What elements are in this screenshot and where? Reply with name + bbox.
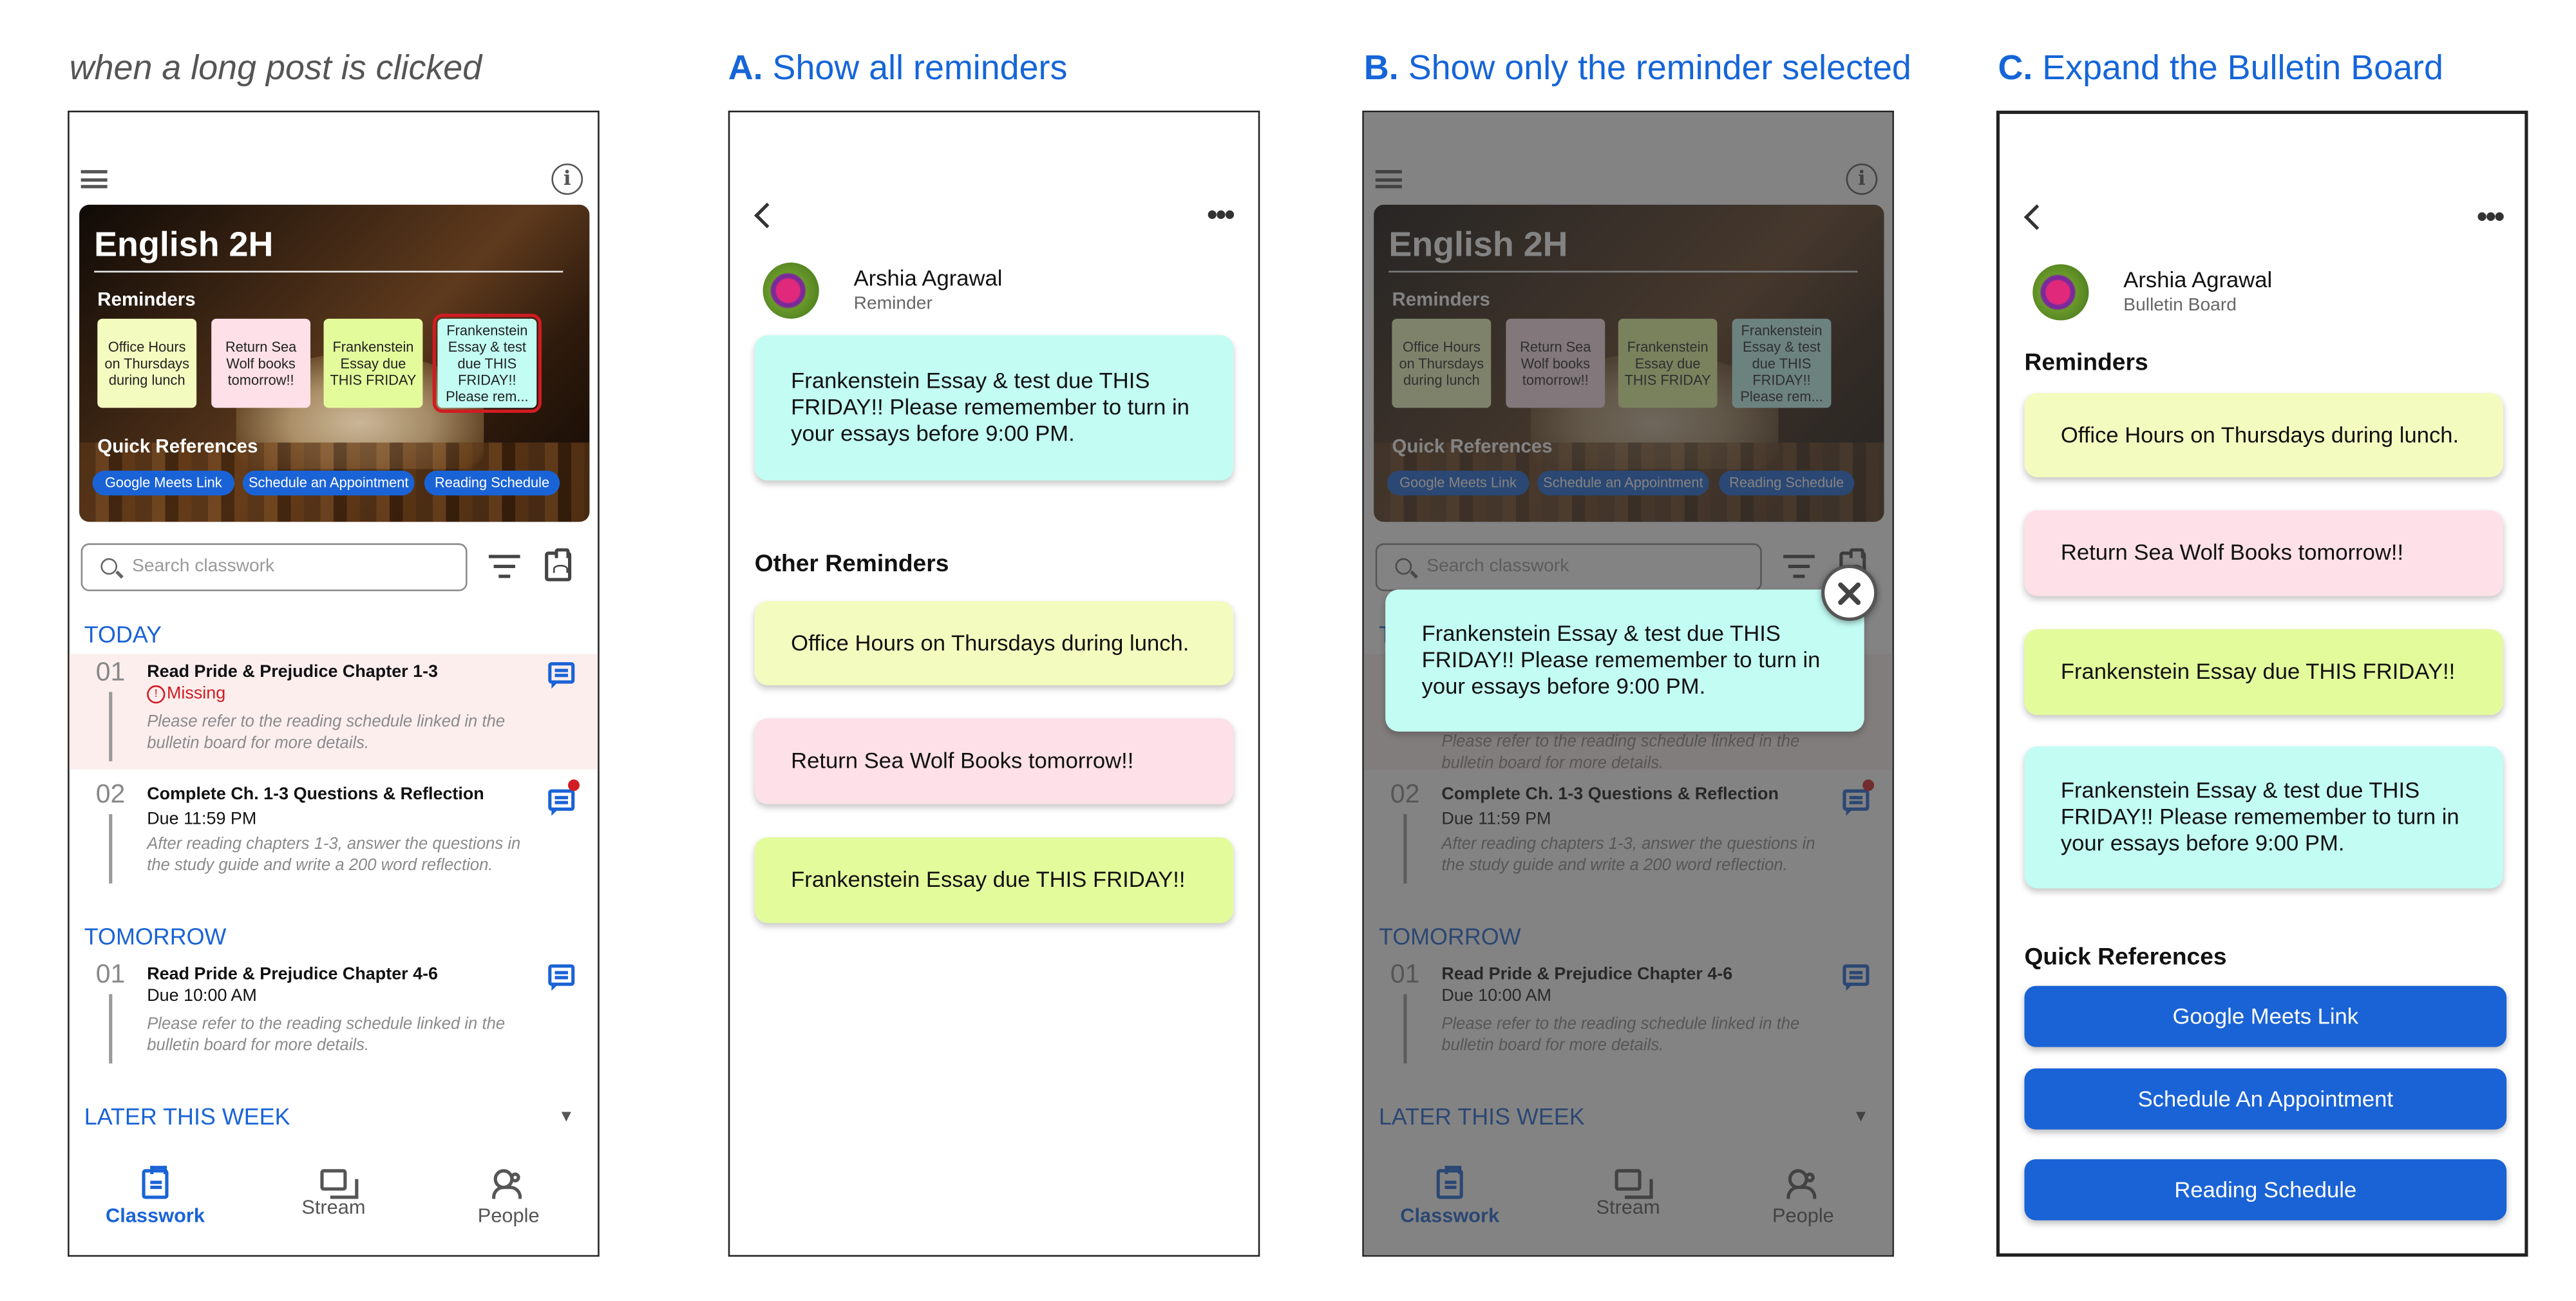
quick-link-google-meets[interactable]: Google Meets Link — [92, 470, 235, 496]
comment-icon[interactable] — [548, 789, 575, 816]
reminder-card[interactable]: Return Sea Wolf Books tomorrow!! — [2024, 510, 2504, 596]
bulletin-banner[interactable]: English 2H Reminders Office Hours on Thu… — [79, 204, 590, 522]
reminder-card[interactable]: Office Hours on Thursdays during lunch. — [754, 601, 1234, 686]
search-icon — [100, 558, 118, 575]
reminder-popup: Frankenstein Essay & test due THIS FRIDA… — [1385, 589, 1864, 732]
panel-title-a: A. Show all reminders — [728, 49, 1068, 88]
phone-classwork: i English 2H Reminders Office Hours on T… — [68, 110, 600, 1257]
comment-icon[interactable] — [548, 662, 575, 689]
missing-status: Missing — [147, 683, 225, 704]
reminder-note[interactable]: Frankenstein Essay due THIS FRIDAY — [323, 318, 423, 408]
selected-reminder-card: Frankenstein Essay & test due THIS FRIDA… — [754, 335, 1234, 481]
due-time: Due 10:00 AM — [147, 985, 257, 1006]
phone-all-reminders: ••• Arshia Agrawal Reminder Frankenstein… — [728, 110, 1260, 1257]
more-icon[interactable]: ••• — [2477, 200, 2505, 234]
quick-link-reading-schedule[interactable]: Reading Schedule — [424, 470, 560, 496]
assignment-title: Read Pride & Prejudice Chapter 4-6 — [147, 964, 439, 985]
info-icon[interactable]: i — [551, 163, 583, 195]
google-meets-button[interactable]: Google Meets Link — [2024, 985, 2507, 1047]
avatar — [762, 262, 819, 319]
more-icon[interactable]: ••• — [1207, 198, 1235, 233]
due-time: Due 11:59 PM — [147, 809, 257, 830]
panel-title-original: when a long post is clicked — [69, 49, 482, 88]
stream-icon — [320, 1169, 359, 1199]
section-tomorrow: TOMORROW — [84, 923, 227, 950]
reminder-note[interactable]: Return Sea Wolf books tomorrow!! — [211, 318, 311, 408]
panel-title-c: C. Expand the Bulletin Board — [1998, 49, 2443, 88]
chevron-down-icon[interactable]: ▼ — [558, 1108, 574, 1126]
nav-people[interactable]: People — [426, 1159, 591, 1227]
reminder-card[interactable]: Return Sea Wolf Books tomorrow!! — [754, 718, 1234, 804]
assignment-title: Complete Ch. 1-3 Questions & Reflection — [147, 784, 484, 804]
avatar — [2032, 264, 2089, 321]
assignment-icon[interactable] — [545, 548, 572, 582]
course-title: English 2H — [94, 226, 274, 265]
reminders-heading: Reminders — [2024, 350, 2148, 377]
filter-icon[interactable] — [488, 555, 520, 578]
notification-badge — [568, 779, 580, 792]
section-later-this-week[interactable]: LATER THIS WEEK — [84, 1103, 290, 1130]
bottom-nav: Classwork Stream People — [69, 1159, 598, 1255]
search-input[interactable]: Search classwork — [80, 543, 468, 591]
comment-icon[interactable] — [548, 964, 575, 991]
author-name: Arshia Agrawal — [853, 265, 1003, 291]
back-icon[interactable] — [754, 202, 780, 229]
menu-icon[interactable] — [80, 170, 108, 189]
assignment-description: Please refer to the reading schedule lin… — [147, 713, 506, 752]
phone-bulletin-board: ••• Arshia Agrawal Bulletin Board Remind… — [1996, 110, 2528, 1257]
back-icon[interactable] — [2023, 204, 2050, 231]
reading-schedule-button[interactable]: Reading Schedule — [2024, 1159, 2507, 1220]
reminders-label: Reminders — [97, 290, 196, 311]
phone-selected-reminder: i English 2H Reminders Office Hours on T… — [1362, 110, 1894, 1257]
assignment-number: 02 — [95, 781, 126, 810]
assignment-description: After reading chapters 1-3, answer the q… — [147, 835, 521, 875]
reminder-note[interactable]: Office Hours on Thursdays during lunch — [97, 318, 197, 408]
quick-references-heading: Quick References — [2024, 944, 2227, 971]
assignment-number: 01 — [95, 659, 126, 687]
author-name: Arshia Agrawal — [2123, 267, 2273, 292]
reminder-card[interactable]: Office Hours on Thursdays during lunch. — [2024, 393, 2504, 477]
reminder-card[interactable]: Frankenstein Essay & test due THIS FRIDA… — [2024, 746, 2504, 889]
nav-classwork[interactable]: Classwork — [73, 1159, 238, 1227]
assignment-title: Read Pride & Prejudice Chapter 1-3 — [147, 662, 439, 682]
panel-title-b: B. Show only the reminder selected — [1363, 49, 1911, 88]
schedule-appointment-button[interactable]: Schedule An Appointment — [2024, 1068, 2507, 1130]
section-today: TODAY — [84, 621, 162, 648]
people-icon — [492, 1169, 525, 1199]
assignment-description: Please refer to the reading schedule lin… — [147, 1015, 506, 1055]
quick-references-label: Quick References — [97, 437, 258, 458]
other-reminders-heading: Other Reminders — [754, 551, 949, 578]
classwork-icon — [142, 1166, 169, 1199]
reminder-note-selected[interactable]: Frankenstein Essay & test due THIS FRIDA… — [432, 314, 542, 413]
nav-stream[interactable]: Stream — [251, 1159, 416, 1219]
post-type: Reminder — [853, 294, 933, 314]
reminder-card[interactable]: Frankenstein Essay due THIS FRIDAY!! — [754, 837, 1234, 924]
assignment-number: 01 — [95, 961, 126, 989]
reminder-card[interactable]: Frankenstein Essay due THIS FRIDAY!! — [2024, 629, 2504, 716]
close-icon[interactable] — [1821, 564, 1878, 622]
quick-link-schedule[interactable]: Schedule an Appointment — [242, 470, 415, 496]
post-type: Bulletin Board — [2123, 295, 2237, 316]
